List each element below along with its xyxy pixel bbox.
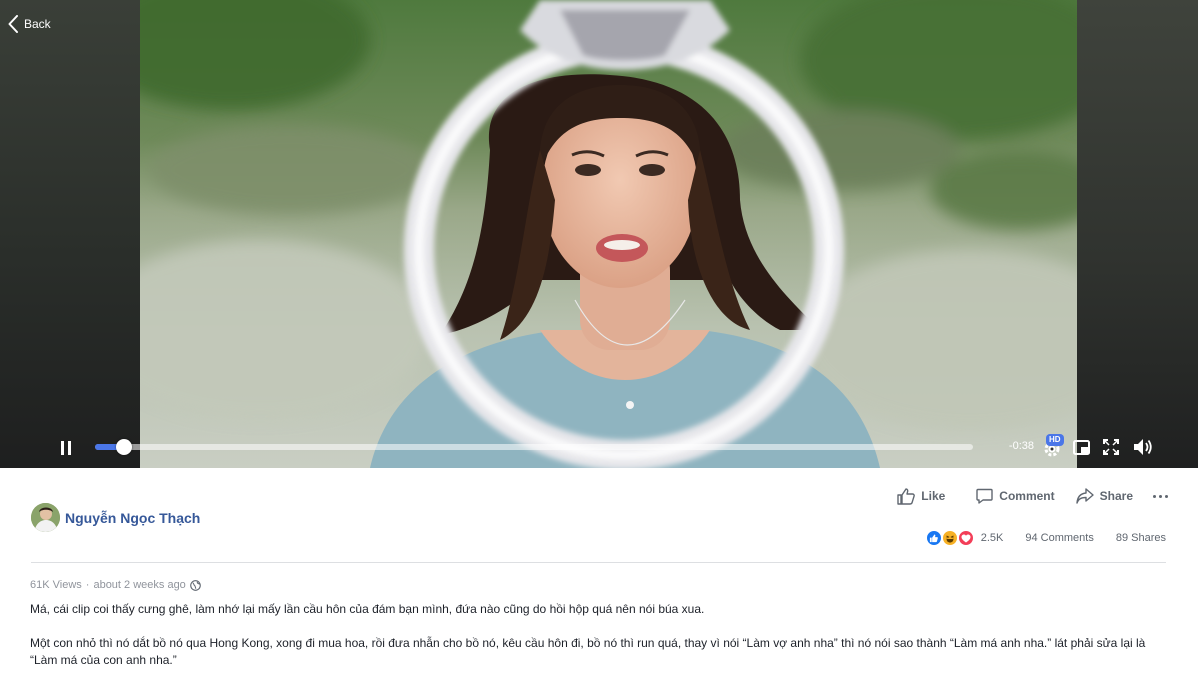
- time-remaining: -0:38: [1008, 440, 1034, 452]
- fullscreen-button[interactable]: [1101, 437, 1121, 457]
- progress-bar[interactable]: [95, 439, 973, 455]
- caption-paragraph: Một con nhỏ thì nó dắt bồ nó qua Hong Ko…: [30, 636, 1146, 667]
- meta-separator: ·: [85, 579, 90, 591]
- haha-reaction-icon: [940, 529, 959, 547]
- comment-bubble-icon: [976, 488, 993, 504]
- more-dot-icon: [1153, 494, 1156, 498]
- post-actions: Like Comment Share: [897, 487, 1168, 505]
- back-chevron-icon: [8, 15, 18, 33]
- like-reaction-icon: [924, 529, 943, 547]
- thumbs-up-icon: [897, 487, 916, 505]
- pause-button[interactable]: [56, 438, 76, 458]
- picture-in-picture-button[interactable]: [1071, 437, 1091, 457]
- like-button[interactable]: Like: [897, 487, 946, 505]
- picture-in-picture-icon: [1072, 439, 1090, 455]
- public-globe-icon: [189, 579, 201, 591]
- author-avatar[interactable]: [31, 503, 60, 532]
- author-name[interactable]: Nguyễn Ngọc Thạch: [65, 510, 200, 526]
- view-count: 61K Views: [30, 579, 82, 591]
- divider: [31, 562, 1166, 563]
- video-still-image: [140, 0, 1077, 468]
- back-button[interactable]: Back: [8, 13, 51, 35]
- more-dot-icon: [1159, 494, 1162, 498]
- more-options-button[interactable]: [1153, 494, 1168, 498]
- comment-button[interactable]: Comment: [976, 488, 1055, 504]
- volume-icon: [1134, 439, 1152, 455]
- like-label: Like: [921, 489, 946, 503]
- post-caption: Má, cái clip coi thấy cưng ghê, làm nhớ …: [30, 601, 1170, 673]
- more-dot-icon: [1165, 494, 1168, 498]
- volume-button[interactable]: [1132, 437, 1154, 457]
- post-timestamp[interactable]: about 2 weeks ago: [93, 579, 185, 591]
- caption-paragraph: Má, cái clip coi thấy cưng ghê, làm nhớ …: [30, 602, 705, 616]
- post-stats: 2.5K 94 Comments 89 Shares: [924, 529, 1166, 547]
- reaction-count[interactable]: 2.5K: [981, 532, 1004, 544]
- shares-count-link[interactable]: 89 Shares: [1116, 532, 1166, 544]
- avatar-image: [31, 503, 60, 532]
- love-reaction-icon: [956, 529, 975, 547]
- share-label: Share: [1099, 489, 1133, 503]
- post-info-panel: Nguyễn Ngọc Thạch Like Comment Share 2.5…: [0, 468, 1198, 673]
- progress-scrubber-handle[interactable]: [115, 439, 132, 455]
- pause-icon: [61, 441, 71, 455]
- video-frame[interactable]: [140, 0, 1077, 468]
- fullscreen-icon: [1103, 439, 1119, 455]
- post-author[interactable]: Nguyễn Ngọc Thạch: [31, 503, 200, 532]
- post-meta: 61K Views · about 2 weeks ago: [30, 579, 201, 591]
- progress-track: [95, 444, 973, 450]
- comments-count-link[interactable]: 94 Comments: [1025, 532, 1093, 544]
- video-control-bar: -0:38 HD: [0, 428, 1198, 468]
- share-button[interactable]: Share: [1075, 488, 1133, 504]
- share-arrow-icon: [1075, 488, 1094, 504]
- video-letterbox-right: [1077, 0, 1198, 468]
- back-label: Back: [24, 17, 51, 31]
- comment-label: Comment: [999, 489, 1055, 503]
- reaction-icons[interactable]: [924, 529, 975, 547]
- hd-badge: HD: [1046, 434, 1064, 446]
- video-letterbox-left: [0, 0, 140, 468]
- video-player[interactable]: Back -0:38 HD: [0, 0, 1198, 468]
